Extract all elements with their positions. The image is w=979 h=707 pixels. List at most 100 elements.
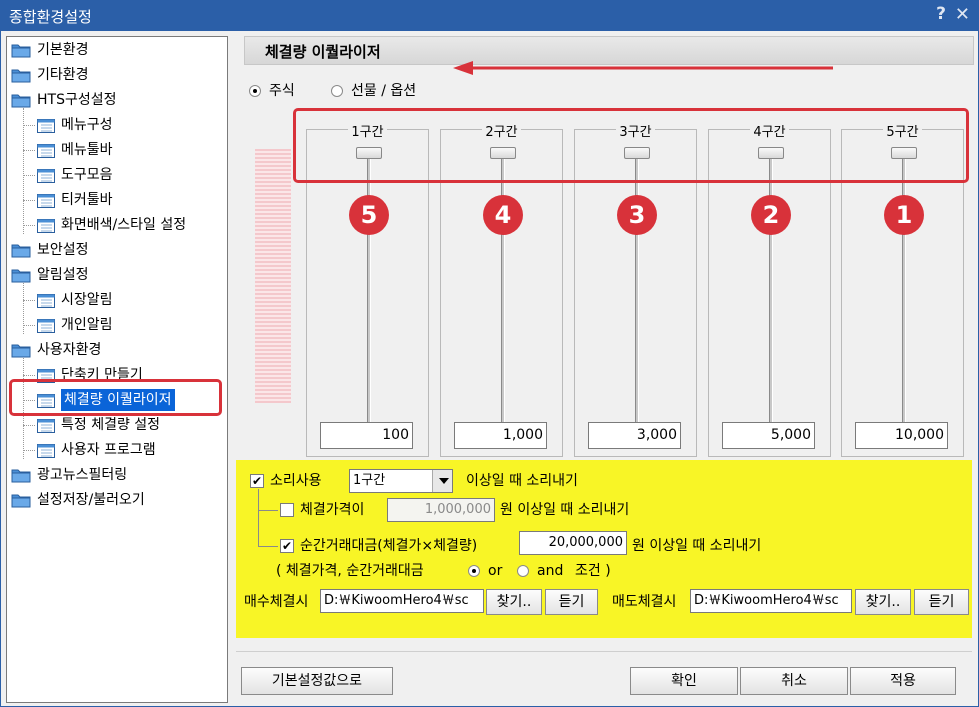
- panel-title: 체결량 이퀄라이저: [265, 43, 381, 61]
- sell-label: 매도체결시: [612, 594, 677, 610]
- settings-window: 종합환경설정 ? ✕ 기본환경 기타환경 HTS구성설정 메뉴구성 메뉴툴바 도구모음 티커…: [0, 0, 979, 707]
- radio-futures-label: 선물 / 옵션: [351, 83, 417, 99]
- zone-select-value: 1구간: [353, 473, 386, 488]
- condition-prefix: ( 체결가격, 순간거래대금: [276, 563, 424, 579]
- tree-item-label: 시장알림: [61, 292, 113, 308]
- tree-item[interactable]: 기본환경: [11, 39, 211, 61]
- folder-icon: [11, 68, 31, 83]
- zone-order-badge: 3: [617, 195, 657, 235]
- tree-item-label: 알림설정: [37, 267, 89, 283]
- annotation-box-zones: [293, 108, 969, 183]
- sell-path-input[interactable]: D:￦KiwoomHero4￦sc: [690, 589, 852, 613]
- document-icon: [37, 194, 55, 208]
- tree-item-label: 메뉴구성: [61, 117, 113, 133]
- zone-select[interactable]: 1구간: [349, 469, 453, 493]
- ok-button[interactable]: 확인: [630, 667, 738, 695]
- chevron-down-icon[interactable]: [432, 470, 452, 492]
- zone-order-badge: 1: [884, 195, 924, 235]
- tree-item[interactable]: 사용자 프로그램: [23, 439, 223, 461]
- tree-item-label: 설정저장/불러오기: [37, 492, 145, 508]
- buy-path-input[interactable]: D:￦KiwoomHero4￦sc: [320, 589, 484, 613]
- cancel-button[interactable]: 취소: [740, 667, 848, 695]
- zone-order-badge: 4: [483, 195, 523, 235]
- tree-item-label: 광고뉴스필터링: [37, 467, 128, 483]
- zone-threshold-input[interactable]: 3,000: [588, 422, 681, 449]
- tree-item[interactable]: 티커툴바: [23, 189, 223, 211]
- tree-item[interactable]: 알림설정: [11, 264, 211, 286]
- radio-stock-label: 주식: [269, 83, 295, 99]
- tree-item[interactable]: 메뉴구성: [23, 114, 223, 136]
- document-icon: [37, 419, 55, 433]
- tree-item[interactable]: HTS구성설정: [11, 89, 211, 111]
- sound-settings-section: ✔ 소리사용 1구간 이상일 때 소리내기 체결가격이 1,000,000 원 …: [236, 460, 972, 638]
- document-icon: [37, 219, 55, 233]
- radio-or-dot[interactable]: [468, 565, 480, 577]
- settings-tree: 기본환경기타환경 HTS구성설정메뉴구성메뉴툴바도구모음티커툴바화면배색/스타일 …: [6, 36, 228, 703]
- tree-item-label: 메뉴툴바: [61, 142, 113, 158]
- zone-threshold-input[interactable]: 1,000: [454, 422, 547, 449]
- tree-item[interactable]: 사용자환경: [11, 339, 211, 361]
- tree-item-label: 티커툴바: [61, 192, 113, 208]
- tree-item-label: HTS구성설정: [37, 92, 117, 108]
- zone-order-badge: 2: [751, 195, 791, 235]
- price-input[interactable]: 1,000,000: [387, 498, 495, 522]
- tree-item[interactable]: 도구모음: [23, 164, 223, 186]
- sound-use-checkbox[interactable]: ✔: [250, 474, 264, 488]
- document-icon: [37, 294, 55, 308]
- tree-item[interactable]: 광고뉴스필터링: [11, 464, 211, 486]
- document-icon: [37, 169, 55, 183]
- price-checkbox[interactable]: [280, 503, 294, 517]
- annotation-arrow-icon: [453, 61, 833, 75]
- tree-item-label: 도구모음: [61, 167, 113, 183]
- amount-input[interactable]: 20,000,000: [519, 531, 627, 555]
- tree-item-label: 기본환경: [37, 42, 89, 58]
- tree-item-label: 개인알림: [61, 317, 113, 333]
- condition-suffix: 조건 ): [575, 563, 611, 579]
- folder-icon: [11, 93, 31, 108]
- radio-and-label: and: [537, 563, 564, 579]
- folder-icon: [11, 268, 31, 283]
- tree-item[interactable]: 특정 체결량 설정: [23, 414, 223, 436]
- buy-find-button[interactable]: 찾기..: [486, 589, 542, 615]
- annotation-box-tree: [9, 379, 222, 416]
- tree-item[interactable]: 화면배색/스타일 설정: [23, 214, 223, 236]
- zone-threshold-input[interactable]: 10,000: [855, 422, 948, 449]
- volume-meter: [255, 149, 291, 403]
- restore-defaults-button[interactable]: 기본설정값으로: [241, 667, 393, 695]
- radio-futures-dot[interactable]: [331, 85, 343, 97]
- buy-label: 매수체결시: [244, 594, 309, 610]
- amount-checkbox[interactable]: ✔: [280, 539, 294, 553]
- buy-listen-button[interactable]: 듣기: [545, 589, 598, 615]
- tree-item[interactable]: 보안설정: [11, 239, 211, 261]
- tree-item[interactable]: 설정저장/불러오기: [11, 489, 211, 511]
- folder-icon: [11, 468, 31, 483]
- folder-icon: [11, 343, 31, 358]
- tree-item[interactable]: 시장알림: [23, 289, 223, 311]
- document-icon: [37, 144, 55, 158]
- apply-button[interactable]: 적용: [850, 667, 956, 695]
- help-icon[interactable]: ?: [936, 4, 946, 24]
- radio-and-dot[interactable]: [517, 565, 529, 577]
- document-icon: [37, 319, 55, 333]
- tree-item[interactable]: 메뉴툴바: [23, 139, 223, 161]
- price-label: 체결가격이: [300, 502, 365, 518]
- tree-item-label: 사용자환경: [37, 342, 102, 358]
- tree-item-label: 보안설정: [37, 242, 89, 258]
- radio-or-label: or: [488, 563, 503, 579]
- tree-item[interactable]: 개인알림: [23, 314, 223, 336]
- radio-stock-dot[interactable]: [249, 85, 261, 97]
- close-icon[interactable]: ✕: [955, 4, 970, 25]
- zone-threshold-input[interactable]: 100: [320, 422, 413, 449]
- sell-find-button[interactable]: 찾기..: [855, 589, 911, 615]
- footer-divider: [236, 651, 972, 652]
- sell-listen-button[interactable]: 듣기: [914, 589, 969, 615]
- tree-item-label: 화면배색/스타일 설정: [61, 217, 187, 233]
- tree-item-label: 사용자 프로그램: [61, 442, 156, 458]
- tree-item[interactable]: 기타환경: [11, 64, 211, 86]
- folder-icon: [11, 43, 31, 58]
- zone-suffix: 이상일 때 소리내기: [466, 473, 578, 489]
- zone-order-badge: 5: [349, 195, 389, 235]
- folder-icon: [11, 243, 31, 258]
- zone-threshold-input[interactable]: 5,000: [722, 422, 815, 449]
- amount-label: 순간거래대금(체결가×체결량): [300, 538, 478, 554]
